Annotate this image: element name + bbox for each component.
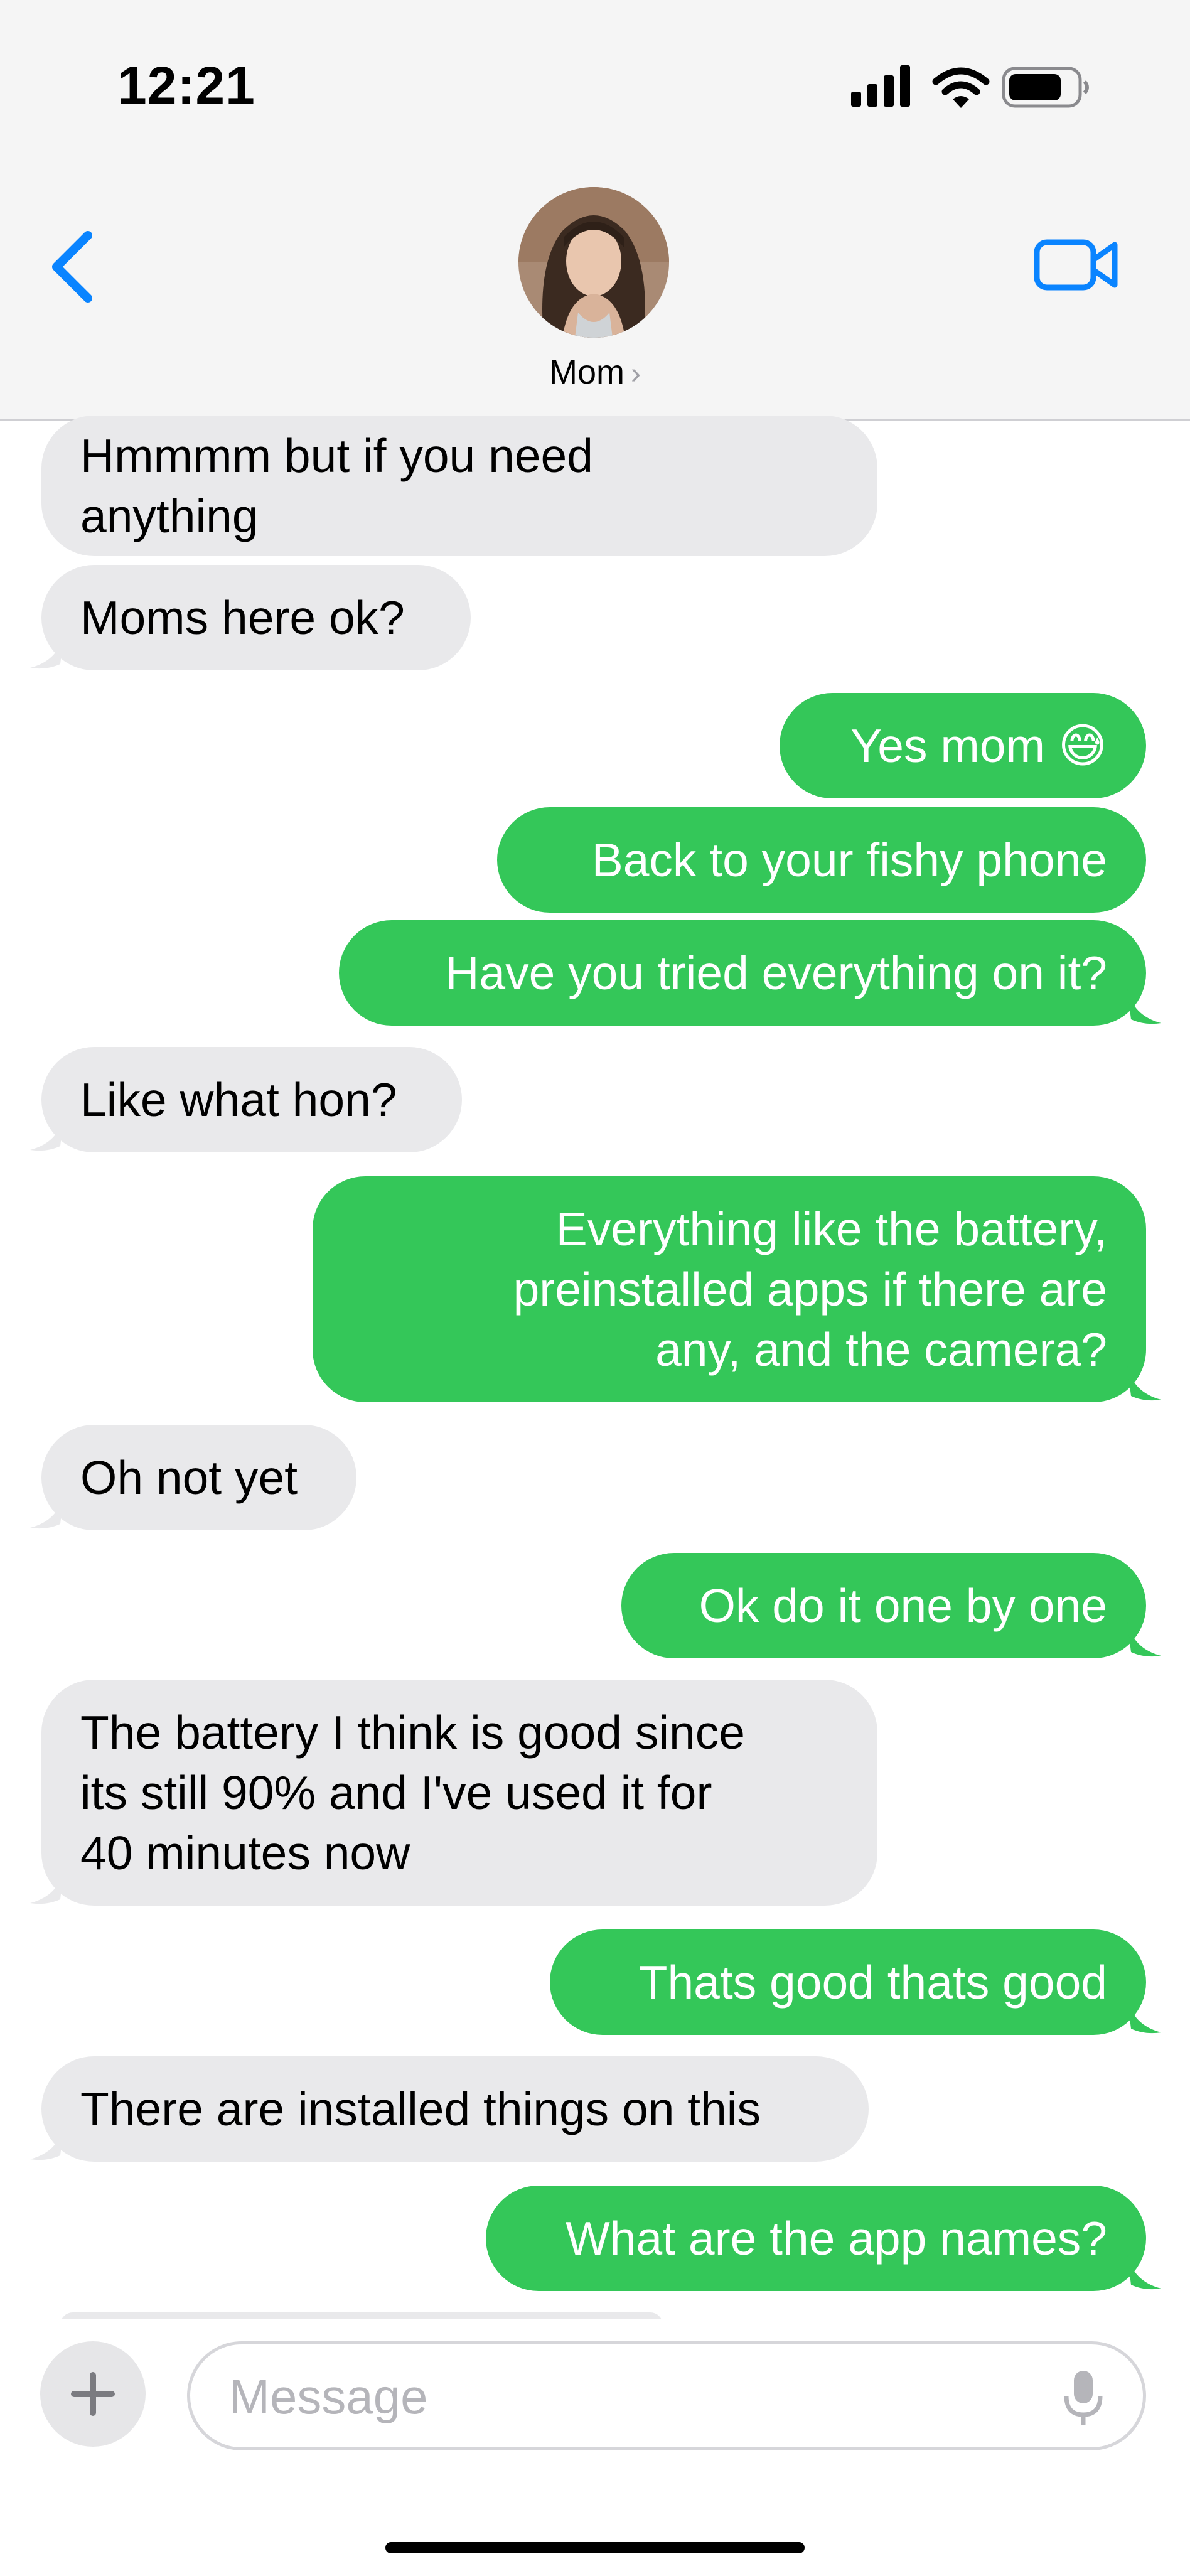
message-text: Yes mom 😅: [850, 719, 1107, 772]
message-bubble[interactable]: Ok do it one by one: [621, 1553, 1146, 1658]
message-input[interactable]: [228, 2344, 1015, 2449]
message-text: What are the app names?: [565, 2212, 1107, 2265]
chevron-right-icon: ›: [631, 357, 641, 390]
microphone-icon[interactable]: [1061, 2368, 1105, 2428]
message-text: any, and the camera?: [655, 1323, 1107, 1376]
message-bubble[interactable]: Moms here ok?: [41, 565, 471, 670]
back-chevron-icon[interactable]: [44, 226, 113, 308]
message-text: Ok do it one by one: [699, 1579, 1107, 1632]
message-bubble[interactable]: There are installed things on this: [41, 2056, 869, 2162]
message-text: preinstalled apps if there are: [513, 1263, 1107, 1316]
wifi-icon: [932, 67, 990, 108]
message-text: Like what hon?: [80, 1073, 397, 1126]
message-text: Have you tried everything on it?: [445, 947, 1107, 999]
message-text: Thats good thats good: [638, 1956, 1107, 2009]
bubble-tail: [30, 2124, 64, 2160]
message-bubble[interactable]: Everything like the battery, preinstalled…: [313, 1176, 1146, 1402]
video-camera-icon[interactable]: [1033, 233, 1121, 296]
home-indicator[interactable]: [385, 2542, 805, 2553]
bubble-tail: [1127, 2253, 1161, 2290]
bubble-tail: [30, 1493, 64, 1529]
contact-name[interactable]: Mom ›: [0, 353, 1190, 392]
bubble-tail: [1127, 1621, 1161, 1657]
bubble-tail: [30, 633, 64, 669]
message-field[interactable]: [187, 2341, 1146, 2450]
add-attachment-button[interactable]: [40, 2341, 146, 2447]
status-icons: [851, 65, 1089, 108]
navigation-header: 12:21 Mom ›: [0, 0, 1190, 421]
message-text: Oh not yet: [80, 1451, 298, 1504]
bubble-tail: [1127, 1997, 1161, 2034]
contact-avatar[interactable]: [518, 187, 669, 338]
message-bubble[interactable]: Hmmmm but if you need anything: [41, 416, 877, 556]
message-bubble[interactable]: The battery I think is good since its sti…: [41, 1680, 877, 1906]
message-text: The battery I think is good since: [80, 1706, 745, 1759]
message-bubble[interactable]: Back to your fishy phone: [497, 807, 1146, 913]
message-text: its still 90% and I've used it for: [80, 1766, 712, 1819]
message-bubble[interactable]: Yes mom 😅: [780, 693, 1146, 798]
message-bubble[interactable]: Like what hon?: [41, 1047, 462, 1152]
message-bubble[interactable]: Have you tried everything on it?: [339, 920, 1146, 1026]
plus-icon: [71, 2372, 115, 2416]
battery-icon: [1002, 67, 1089, 108]
message-bubble[interactable]: Thats good thats good: [550, 1929, 1146, 2035]
status-time: 12:21: [117, 56, 255, 115]
bubble-tail: [30, 1868, 64, 1904]
message-bubble[interactable]: What are the app names?: [486, 2186, 1146, 2291]
message-text: Moms here ok?: [80, 591, 405, 644]
message-text: 40 minutes now: [80, 1827, 410, 1879]
message-text: Back to your fishy phone: [591, 834, 1107, 886]
message-text: Everything like the battery,: [555, 1203, 1107, 1255]
message-bubble[interactable]: Oh not yet: [41, 1425, 356, 1530]
contact-name-label: Mom: [549, 353, 624, 391]
bubble-tail: [30, 1115, 64, 1151]
message-text: anything: [80, 490, 259, 542]
cellular-signal-icon: [851, 65, 910, 107]
message-text: Hmmmm but if you need: [80, 429, 593, 482]
bubble-tail: [1127, 988, 1161, 1024]
bubble-tail: [1127, 1365, 1161, 1401]
message-text: There are installed things on this: [80, 2083, 761, 2135]
